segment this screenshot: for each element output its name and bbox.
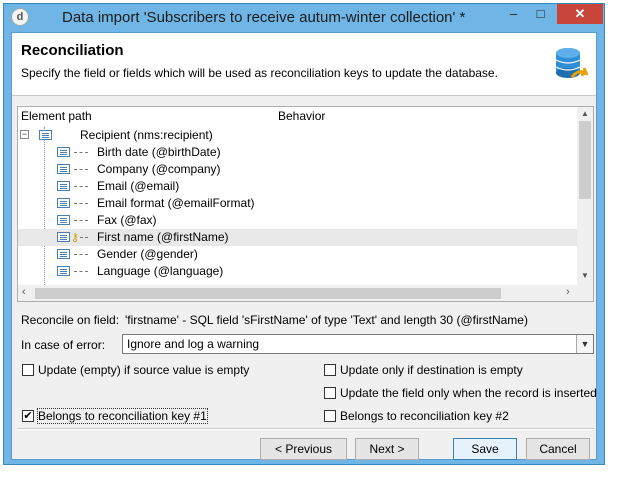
tree-header: Element path Behavior bbox=[18, 107, 593, 125]
tree-connector bbox=[74, 152, 88, 153]
app-icon: d bbox=[11, 8, 29, 26]
tree-item-label: Birth date (@birthDate) bbox=[97, 145, 221, 159]
footer-divider bbox=[17, 428, 594, 430]
tree-connector bbox=[80, 237, 88, 238]
tree-root-label: Recipient (nms:recipient) bbox=[80, 128, 213, 142]
checkbox-box[interactable] bbox=[324, 410, 336, 422]
reconcile-label: Reconcile on field: bbox=[21, 313, 120, 327]
tree-item-label: Fax (@fax) bbox=[97, 213, 157, 227]
reconcile-value: 'firstname' - SQL field 'sFirstName' of … bbox=[125, 313, 528, 327]
collapse-toggle-icon[interactable]: − bbox=[20, 130, 29, 139]
tree-item-language[interactable]: Language (@language) bbox=[18, 263, 579, 280]
scroll-right-icon[interactable]: › bbox=[566, 286, 570, 298]
field-icon bbox=[57, 198, 70, 208]
field-icon bbox=[57, 249, 70, 259]
tree-item-fax[interactable]: Fax (@fax) bbox=[18, 212, 579, 229]
close-button[interactable]: ✕ bbox=[557, 4, 603, 24]
key-icon: ⚷ bbox=[71, 232, 80, 244]
field-icon bbox=[57, 232, 70, 242]
horizontal-scrollbar[interactable]: ‹ › bbox=[18, 285, 579, 301]
field-icon bbox=[57, 181, 70, 191]
element-tree[interactable]: Element path Behavior − Recipient (nms:r… bbox=[17, 106, 594, 302]
tree-item-birth-date[interactable]: Birth date (@birthDate) bbox=[18, 144, 579, 161]
chevron-down-icon[interactable]: ▼ bbox=[576, 335, 593, 353]
title-bar[interactable]: d Data import 'Subscribers to receive au… bbox=[4, 4, 604, 32]
horizontal-scroll-thumb[interactable] bbox=[35, 288, 501, 299]
collection-icon bbox=[39, 130, 52, 140]
error-behavior-value: Ignore and log a warning bbox=[127, 337, 260, 351]
tree-connector bbox=[74, 203, 88, 204]
window-title: Data import 'Subscribers to receive autu… bbox=[62, 9, 466, 26]
tree-item-label: Email format (@emailFormat) bbox=[97, 196, 255, 210]
field-icon bbox=[57, 164, 70, 174]
checkbox-box[interactable] bbox=[22, 364, 34, 376]
checkbox-box[interactable] bbox=[324, 387, 336, 399]
checkbox-label: Update the field only when the record is… bbox=[340, 386, 597, 400]
tree-item-gender[interactable]: Gender (@gender) bbox=[18, 246, 579, 263]
checkbox-label: Update (empty) if source value is empty bbox=[38, 363, 250, 377]
vertical-scroll-thumb[interactable] bbox=[579, 121, 591, 199]
tree-item-label: Company (@company) bbox=[97, 162, 221, 176]
tree-item-label: First name (@firstName) bbox=[97, 230, 229, 244]
scroll-up-icon[interactable]: ▲ bbox=[577, 109, 593, 118]
previous-button[interactable]: < Previous bbox=[260, 438, 347, 460]
tree-item-email[interactable]: Email (@email) bbox=[18, 178, 579, 195]
minimize-button[interactable]: – bbox=[500, 4, 527, 24]
dialog-window: d Data import 'Subscribers to receive au… bbox=[3, 3, 605, 465]
save-button[interactable]: Save bbox=[453, 438, 517, 460]
tree-item-label: Gender (@gender) bbox=[97, 247, 198, 261]
reconcile-field-row: Reconcile on field: 'firstname' - SQL fi… bbox=[21, 313, 528, 327]
field-icon bbox=[57, 266, 70, 276]
tree-item-label: Language (@language) bbox=[97, 264, 224, 278]
maximize-button[interactable]: □ bbox=[527, 4, 554, 24]
cancel-button[interactable]: Cancel bbox=[526, 438, 590, 460]
checkmark-icon[interactable]: ✔ bbox=[22, 410, 34, 422]
page-description: Specify the field or fields which will b… bbox=[21, 66, 498, 80]
tree-connector bbox=[74, 254, 88, 255]
checkbox-label: Update only if destination is empty bbox=[340, 363, 523, 377]
dialog-client: Reconciliation Specify the field or fiel… bbox=[11, 32, 597, 460]
page-title: Reconciliation bbox=[21, 42, 124, 59]
scroll-down-icon[interactable]: ▼ bbox=[577, 271, 593, 280]
tree-connector bbox=[74, 169, 88, 170]
tree-item-email-format[interactable]: Email format (@emailFormat) bbox=[18, 195, 579, 212]
vertical-scrollbar[interactable]: ▲ ▼ bbox=[577, 107, 593, 301]
tree-item-label: Email (@email) bbox=[97, 179, 180, 193]
checkbox-label: Belongs to reconciliation key #2 bbox=[340, 409, 509, 423]
checkbox-box[interactable] bbox=[324, 364, 336, 376]
tree-connector bbox=[74, 271, 88, 272]
error-label: In case of error: bbox=[21, 338, 106, 352]
next-button[interactable]: Next > bbox=[355, 438, 419, 460]
step-header: Reconciliation Specify the field or fiel… bbox=[12, 33, 596, 96]
tree-connector bbox=[74, 186, 88, 187]
scroll-left-icon[interactable]: ‹ bbox=[22, 286, 26, 298]
field-icon bbox=[57, 215, 70, 225]
checkbox-label: Belongs to reconciliation key #1 bbox=[37, 408, 208, 424]
database-icon bbox=[555, 48, 588, 78]
tree-item-company[interactable]: Company (@company) bbox=[18, 161, 579, 178]
column-element-path[interactable]: Element path bbox=[21, 109, 92, 123]
field-icon bbox=[57, 147, 70, 157]
error-behavior-select[interactable]: Ignore and log a warning ▼ bbox=[122, 334, 594, 354]
column-behavior[interactable]: Behavior bbox=[278, 109, 325, 123]
tree-root[interactable]: − Recipient (nms:recipient) bbox=[18, 127, 579, 144]
tree-item-first-name[interactable]: ⚷ First name (@firstName) bbox=[18, 229, 579, 246]
tree-connector bbox=[74, 220, 88, 221]
